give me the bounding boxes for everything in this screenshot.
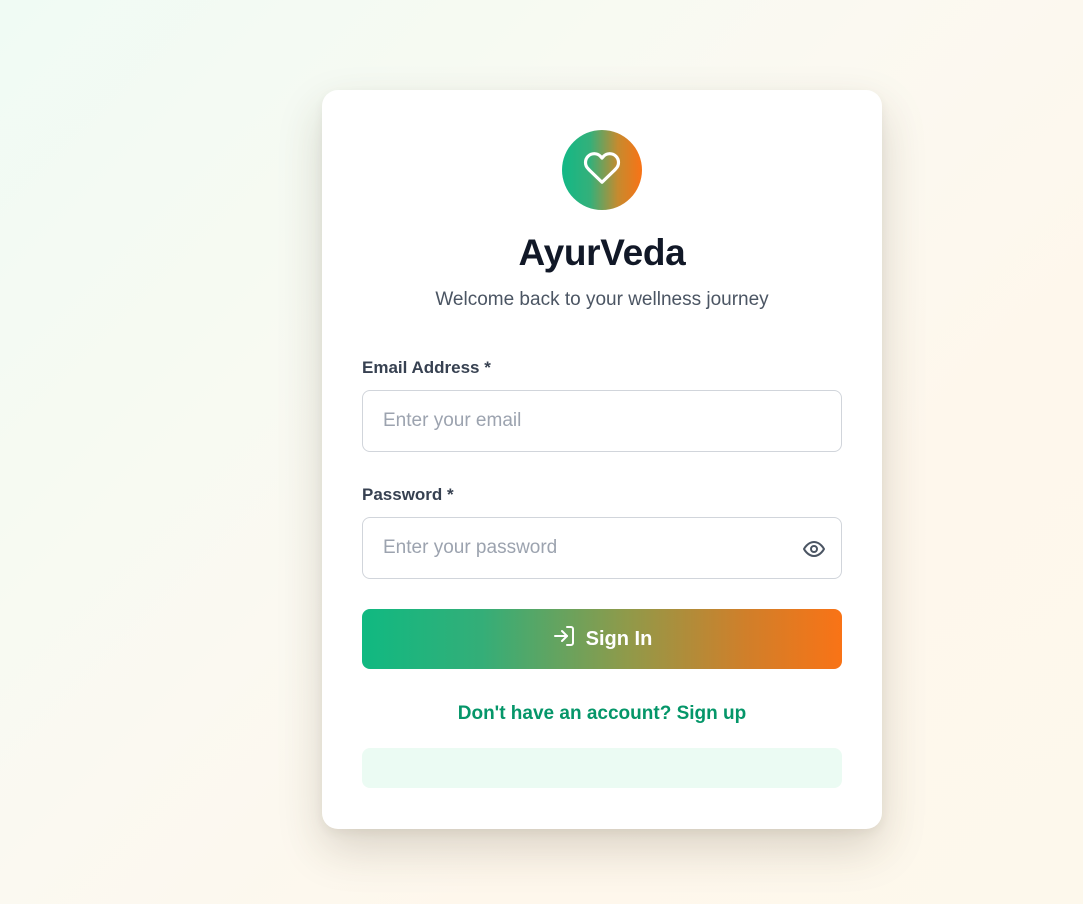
sign-in-button[interactable]: Sign In — [362, 609, 842, 669]
eye-icon[interactable] — [801, 537, 827, 561]
welcome-subtitle: Welcome back to your wellness journey — [435, 289, 769, 310]
heart-icon — [583, 149, 621, 192]
email-input[interactable] — [363, 391, 841, 451]
login-card: AyurVeda Welcome back to your wellness j… — [322, 90, 882, 829]
password-label: Password * — [362, 485, 454, 504]
logo — [562, 130, 642, 210]
sign-in-label: Sign In — [585, 627, 653, 650]
app-title: AyurVeda — [518, 232, 686, 273]
email-field-wrapper — [362, 390, 842, 452]
notice-box — [362, 748, 842, 788]
password-input[interactable] — [363, 518, 841, 578]
password-field-wrapper — [362, 517, 842, 579]
email-label: Email Address * — [362, 358, 491, 377]
sign-up-link[interactable]: Don't have an account? Sign up — [322, 703, 882, 725]
sign-in-icon — [552, 624, 576, 654]
